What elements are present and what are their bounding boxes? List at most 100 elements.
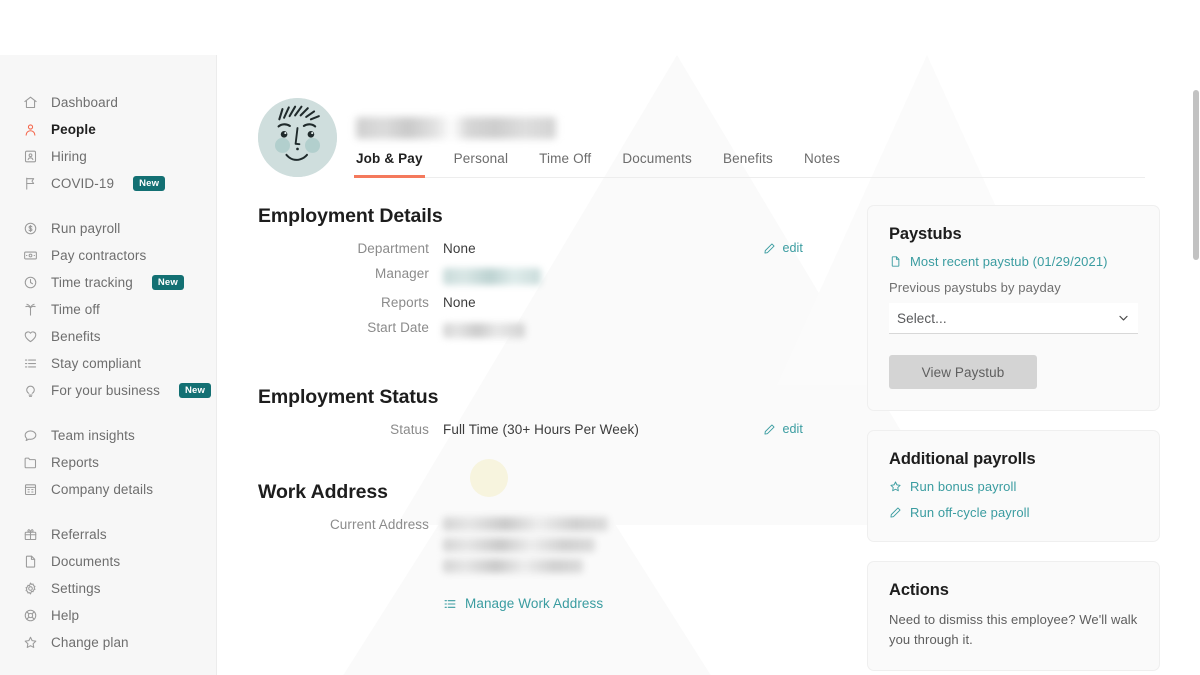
sidebar-item-dashboard[interactable]: Dashboard <box>0 89 216 116</box>
sidebar-group-account: Referrals Documents Settings Help Change… <box>0 521 216 656</box>
sidebar-label: Dashboard <box>51 95 118 110</box>
redacted-value <box>443 323 525 338</box>
field-row-manager: Manager <box>258 265 837 285</box>
sidebar-label: People <box>51 122 96 137</box>
field-label: Manager <box>375 266 429 281</box>
profile-header-right: Job & Pay Personal Time Off Documents Be… <box>354 98 1145 178</box>
actions-card: Actions Need to dismiss this employee? W… <box>867 561 1160 671</box>
sidebar-item-hiring[interactable]: Hiring <box>0 143 216 170</box>
field-value <box>443 516 608 580</box>
run-off-cycle-payroll-label: Run off-cycle payroll <box>910 505 1030 520</box>
tab-documents[interactable]: Documents <box>620 151 694 178</box>
pencil-icon <box>764 242 775 254</box>
pencil-icon <box>764 423 775 435</box>
avatar <box>258 98 337 177</box>
sidebar-item-reports[interactable]: Reports <box>0 449 216 476</box>
sidebar-label: Change plan <box>51 635 129 650</box>
chat-bubble-icon <box>22 427 39 444</box>
sidebar-group-payroll: Run payroll Pay contractors Time trackin… <box>0 215 216 404</box>
field-value: None <box>443 295 476 310</box>
most-recent-paystub-link[interactable]: Most recent paystub (01/29/2021) <box>889 254 1138 269</box>
view-paystub-button[interactable]: View Paystub <box>889 355 1037 389</box>
manage-work-address-link[interactable]: Manage Work Address <box>443 596 603 611</box>
additional-payrolls-card: Additional payrolls Run bonus payroll Ru… <box>867 430 1160 542</box>
field-row-reports: Reports None <box>258 294 837 310</box>
section-title: Employment Details <box>258 205 443 227</box>
field-value: Full Time (30+ Hours Per Week) <box>443 422 639 437</box>
field-row-current-address: Current Address <box>258 516 837 580</box>
sidebar-group-main: Dashboard People Hiring COVID-19 New <box>0 89 216 197</box>
tab-time-off[interactable]: Time Off <box>537 151 593 178</box>
run-off-cycle-payroll-link[interactable]: Run off-cycle payroll <box>889 505 1138 520</box>
field-value <box>443 319 525 338</box>
redacted-address-line <box>443 538 595 552</box>
sidebar-label: Help <box>51 608 80 623</box>
sidebar-item-time-tracking[interactable]: Time tracking New <box>0 269 216 296</box>
folder-icon <box>22 454 39 471</box>
sidebar-item-help[interactable]: Help <box>0 602 216 629</box>
clock-icon <box>22 274 39 291</box>
badge-new: New <box>179 382 212 399</box>
flag-icon <box>22 175 39 192</box>
run-bonus-payroll-link[interactable]: Run bonus payroll <box>889 479 1138 494</box>
page-content: Job & Pay Personal Time Off Documents Be… <box>217 55 1200 675</box>
sidebar-item-documents[interactable]: Documents <box>0 548 216 575</box>
sidebar-item-benefits[interactable]: Benefits <box>0 323 216 350</box>
sidebar-label: Time tracking <box>51 275 133 290</box>
field-label: Reports <box>381 295 429 310</box>
field-label: Current Address <box>329 517 429 532</box>
work-address-section: Work Address Current Address Manage Work… <box>258 481 837 611</box>
left-column: Employment Details Department None edit … <box>217 205 837 675</box>
tab-benefits[interactable]: Benefits <box>721 151 775 178</box>
badge-new: New <box>133 175 166 192</box>
badge-new: New <box>151 274 184 291</box>
tab-job-and-pay[interactable]: Job & Pay <box>354 151 425 178</box>
sidebar-item-team-insights[interactable]: Team insights <box>0 422 216 449</box>
right-column: Paystubs Most recent paystub (01/29/2021… <box>837 205 1200 675</box>
sidebar-label: Benefits <box>51 329 101 344</box>
sidebar-label: Pay contractors <box>51 248 147 263</box>
previous-paystubs-select[interactable]: Select... <box>889 303 1138 334</box>
field-row-status: Status Full Time (30+ Hours Per Week) ed… <box>258 421 837 437</box>
palm-tree-icon <box>22 301 39 318</box>
sidebar-item-covid19[interactable]: COVID-19 New <box>0 170 216 197</box>
scrollbar-thumb[interactable] <box>1193 90 1199 260</box>
card-title: Actions <box>889 581 949 599</box>
employment-status-section: Employment Status Status Full Time (30+ … <box>258 386 837 437</box>
document-icon <box>22 553 39 570</box>
gear-icon <box>22 580 39 597</box>
gift-icon <box>22 526 39 543</box>
employment-details-section: Employment Details Department None edit … <box>258 205 837 338</box>
sidebar-item-pay-contractors[interactable]: Pay contractors <box>0 242 216 269</box>
main-content-area: Job & Pay Personal Time Off Documents Be… <box>217 55 1200 675</box>
help-icon <box>22 607 39 624</box>
app-window: Dashboard People Hiring COVID-19 New Run… <box>0 55 1200 675</box>
document-icon <box>891 256 900 267</box>
sidebar-item-run-payroll[interactable]: Run payroll <box>0 215 216 242</box>
edit-employment-details-button[interactable]: edit <box>763 241 803 255</box>
edit-label: edit <box>782 241 803 255</box>
sidebar-item-for-your-business[interactable]: For your business New <box>0 377 216 404</box>
edit-employment-status-button[interactable]: edit <box>763 422 803 436</box>
section-title: Work Address <box>258 481 388 503</box>
tab-notes[interactable]: Notes <box>802 151 842 178</box>
sidebar-item-people[interactable]: People <box>0 116 216 143</box>
edit-label: edit <box>782 422 803 436</box>
sidebar-item-stay-compliant[interactable]: Stay compliant <box>0 350 216 377</box>
sidebar-item-company-details[interactable]: Company details <box>0 476 216 503</box>
sidebar-item-referrals[interactable]: Referrals <box>0 521 216 548</box>
chevron-down-icon <box>1117 312 1130 325</box>
redacted-value <box>443 268 541 285</box>
card-title: Additional payrolls <box>889 450 1036 468</box>
star-icon <box>890 481 901 492</box>
sidebar-label: Run payroll <box>51 221 121 236</box>
dollar-circle-icon <box>22 220 39 237</box>
sidebar-label: Stay compliant <box>51 356 141 371</box>
page-scrollbar[interactable] <box>1192 55 1200 675</box>
sidebar-item-change-plan[interactable]: Change plan <box>0 629 216 656</box>
sidebar-item-settings[interactable]: Settings <box>0 575 216 602</box>
sidebar-item-time-off[interactable]: Time off <box>0 296 216 323</box>
list-icon <box>444 599 456 608</box>
tab-personal[interactable]: Personal <box>452 151 510 178</box>
redacted-address-line <box>443 517 608 531</box>
